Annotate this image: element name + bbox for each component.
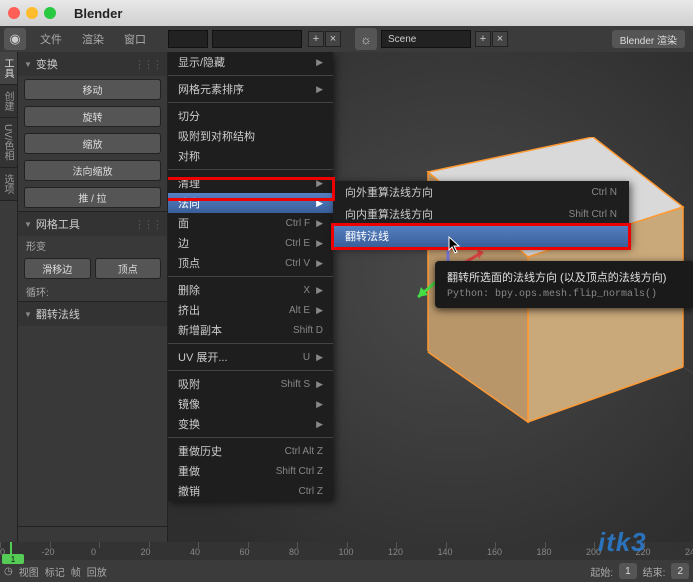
tab-uv[interactable]: UV/色相 bbox=[0, 118, 17, 168]
frame-end-field[interactable]: 2 bbox=[671, 563, 689, 579]
menu-item[interactable]: 挤出Alt E▶ bbox=[168, 300, 333, 320]
timeline-marker[interactable]: 标记 bbox=[45, 564, 65, 579]
menu-item[interactable]: UV 展开...U▶ bbox=[168, 347, 333, 367]
tick-label: 140 bbox=[438, 547, 453, 557]
blender-logo-icon[interactable]: ◉ bbox=[4, 28, 26, 50]
menu-item[interactable]: 边Ctrl E▶ bbox=[168, 233, 333, 253]
tab-create[interactable]: 创建 bbox=[0, 85, 17, 118]
tick-label: 80 bbox=[289, 547, 299, 557]
scene-selector[interactable]: Scene bbox=[381, 30, 471, 48]
menu-item[interactable]: 网格元素排序▶ bbox=[168, 79, 333, 99]
mesh-context-menu: 显示/隐藏▶ 网格元素排序▶ 切分吸附到对称结构对称清理▶法向▶面Ctrl F▶边C… bbox=[168, 52, 333, 501]
menu-item[interactable]: 法向▶ bbox=[168, 193, 333, 213]
push-pull-button[interactable]: 推 / 拉 bbox=[24, 187, 161, 208]
timeline-view[interactable]: 视图 bbox=[19, 564, 39, 579]
frame-start-field[interactable]: 1 bbox=[619, 563, 637, 579]
menu-item[interactable]: 新增副本Shift D bbox=[168, 320, 333, 340]
render-engine-selector[interactable]: Blender 渲染 bbox=[612, 30, 685, 48]
timeline-frame[interactable]: 帧 bbox=[71, 564, 81, 579]
menu-item[interactable]: 重做Shift Ctrl Z bbox=[168, 461, 333, 481]
layout-tab[interactable] bbox=[168, 30, 208, 48]
editor-type-icon[interactable]: ◷ bbox=[4, 566, 13, 577]
section-flip-normals[interactable]: 翻转法线 bbox=[18, 302, 167, 326]
submenu-item[interactable]: 向外重算法线方向Ctrl N bbox=[333, 181, 629, 203]
tool-shelf: 变换⋮⋮⋮ 移动 旋转 缩放 法向缩放 推 / 拉 网格工具⋮⋮⋮ 形变 滑移边… bbox=[18, 52, 168, 556]
menu-item[interactable]: 撤销Ctrl Z bbox=[168, 481, 333, 501]
drag-grip-icon[interactable]: ⋮⋮⋮ bbox=[134, 58, 161, 71]
tick-label: 180 bbox=[537, 547, 552, 557]
section-transform[interactable]: 变换⋮⋮⋮ bbox=[18, 52, 167, 76]
tick-label: 120 bbox=[388, 547, 403, 557]
scale-button[interactable]: 缩放 bbox=[24, 133, 161, 154]
menu-item[interactable]: 吸附到对称结构 bbox=[168, 126, 333, 146]
label-loop: 循环: bbox=[18, 282, 167, 301]
menu-item[interactable]: 变换▶ bbox=[168, 414, 333, 434]
tooltip-title: 翻转所选面的法线方向 (以及顶点的法线方向) bbox=[447, 269, 683, 285]
timeline-area: 1 -40-2002040608010012014016018020022024… bbox=[0, 542, 693, 582]
timeline-header: ◷ 视图 标记 帧 回放 起始: 1 结束: 2 bbox=[0, 560, 693, 582]
menu-render[interactable]: 渲染 bbox=[72, 31, 114, 47]
section-mesh-tools[interactable]: 网格工具⋮⋮⋮ bbox=[18, 212, 167, 236]
tick-label: 20 bbox=[141, 547, 151, 557]
tab-options[interactable]: 选项 bbox=[0, 168, 17, 201]
tick-label: 0 bbox=[91, 547, 96, 557]
tick-label: 100 bbox=[339, 547, 354, 557]
menu-item[interactable]: 清理▶ bbox=[168, 173, 333, 193]
menu-item[interactable]: 切分 bbox=[168, 106, 333, 126]
menu-item[interactable]: 镜像▶ bbox=[168, 394, 333, 414]
slide-edge-button[interactable]: 滑移边 bbox=[24, 258, 91, 279]
close-window-icon[interactable] bbox=[8, 7, 20, 19]
tick-label: 40 bbox=[190, 547, 200, 557]
left-tab-strip: 工具 创建 UV/色相 选项 bbox=[0, 52, 18, 556]
menu-item[interactable]: 显示/隐藏▶ bbox=[168, 52, 333, 72]
app-title: Blender bbox=[74, 6, 122, 21]
submenu-item[interactable]: 向内重算法线方向Shift Ctrl N bbox=[333, 203, 629, 225]
menu-item[interactable]: 顶点Ctrl V▶ bbox=[168, 253, 333, 273]
macos-titlebar: Blender bbox=[0, 0, 693, 26]
label-end: 结束: bbox=[643, 564, 666, 579]
tick-label: -40 bbox=[0, 547, 5, 557]
tab-tools[interactable]: 工具 bbox=[0, 52, 17, 85]
label-deform: 形变 bbox=[18, 236, 167, 255]
label-start: 起始: bbox=[590, 564, 613, 579]
workspace: 工具 创建 UV/色相 选项 变换⋮⋮⋮ 移动 旋转 缩放 法向缩放 推 / 拉… bbox=[0, 52, 693, 556]
menu-item[interactable]: 面Ctrl F▶ bbox=[168, 213, 333, 233]
tick-label: 240 bbox=[685, 547, 693, 557]
normals-submenu: 向外重算法线方向Ctrl N向内重算法线方向Shift Ctrl N翻转法线 bbox=[333, 181, 629, 247]
watermark: itk3— 谢 bbox=[598, 527, 683, 558]
menu-window[interactable]: 窗口 bbox=[114, 31, 156, 47]
tooltip-python: Python: bpy.ops.mesh.flip_normals() bbox=[447, 289, 683, 300]
submenu-item[interactable]: 翻转法线 bbox=[333, 225, 629, 247]
timeline-ruler[interactable]: 1 -40-2002040608010012014016018020022024… bbox=[0, 542, 693, 560]
maximize-window-icon[interactable] bbox=[44, 7, 56, 19]
tooltip: 翻转所选面的法线方向 (以及顶点的法线方向) Python: bpy.ops.m… bbox=[435, 261, 693, 308]
layout-name[interactable] bbox=[212, 30, 302, 48]
translate-button[interactable]: 移动 bbox=[24, 79, 161, 100]
tick-label: 160 bbox=[487, 547, 502, 557]
scene-remove-button[interactable]: × bbox=[492, 31, 508, 47]
normal-scale-button[interactable]: 法向缩放 bbox=[24, 160, 161, 181]
drag-grip-icon[interactable]: ⋮⋮⋮ bbox=[134, 218, 161, 231]
layout-add-button[interactable]: + bbox=[308, 31, 324, 47]
tick-label: 60 bbox=[240, 547, 250, 557]
layout-remove-button[interactable]: × bbox=[325, 31, 341, 47]
scene-icon[interactable]: ☼ bbox=[355, 28, 377, 50]
menu-file[interactable]: 文件 bbox=[30, 31, 72, 47]
menu-item[interactable]: 对称 bbox=[168, 146, 333, 166]
rotate-button[interactable]: 旋转 bbox=[24, 106, 161, 127]
playhead-label: 1 bbox=[2, 554, 24, 564]
menu-item[interactable]: 重做历史Ctrl Alt Z bbox=[168, 441, 333, 461]
minimize-window-icon[interactable] bbox=[26, 7, 38, 19]
menu-item[interactable]: 删除X▶ bbox=[168, 280, 333, 300]
3d-viewport[interactable]: 显示/隐藏▶ 网格元素排序▶ 切分吸附到对称结构对称清理▶法向▶面Ctrl F▶边C… bbox=[168, 52, 693, 556]
scene-add-button[interactable]: + bbox=[475, 31, 491, 47]
top-toolbar: ◉ 文件 渲染 窗口 + × ☼ Scene + × Blender 渲染 bbox=[0, 26, 693, 52]
menu-item[interactable]: 吸附Shift S▶ bbox=[168, 374, 333, 394]
timeline-playback[interactable]: 回放 bbox=[87, 564, 107, 579]
tick-label: -20 bbox=[42, 547, 55, 557]
vertex-button[interactable]: 顶点 bbox=[95, 258, 162, 279]
